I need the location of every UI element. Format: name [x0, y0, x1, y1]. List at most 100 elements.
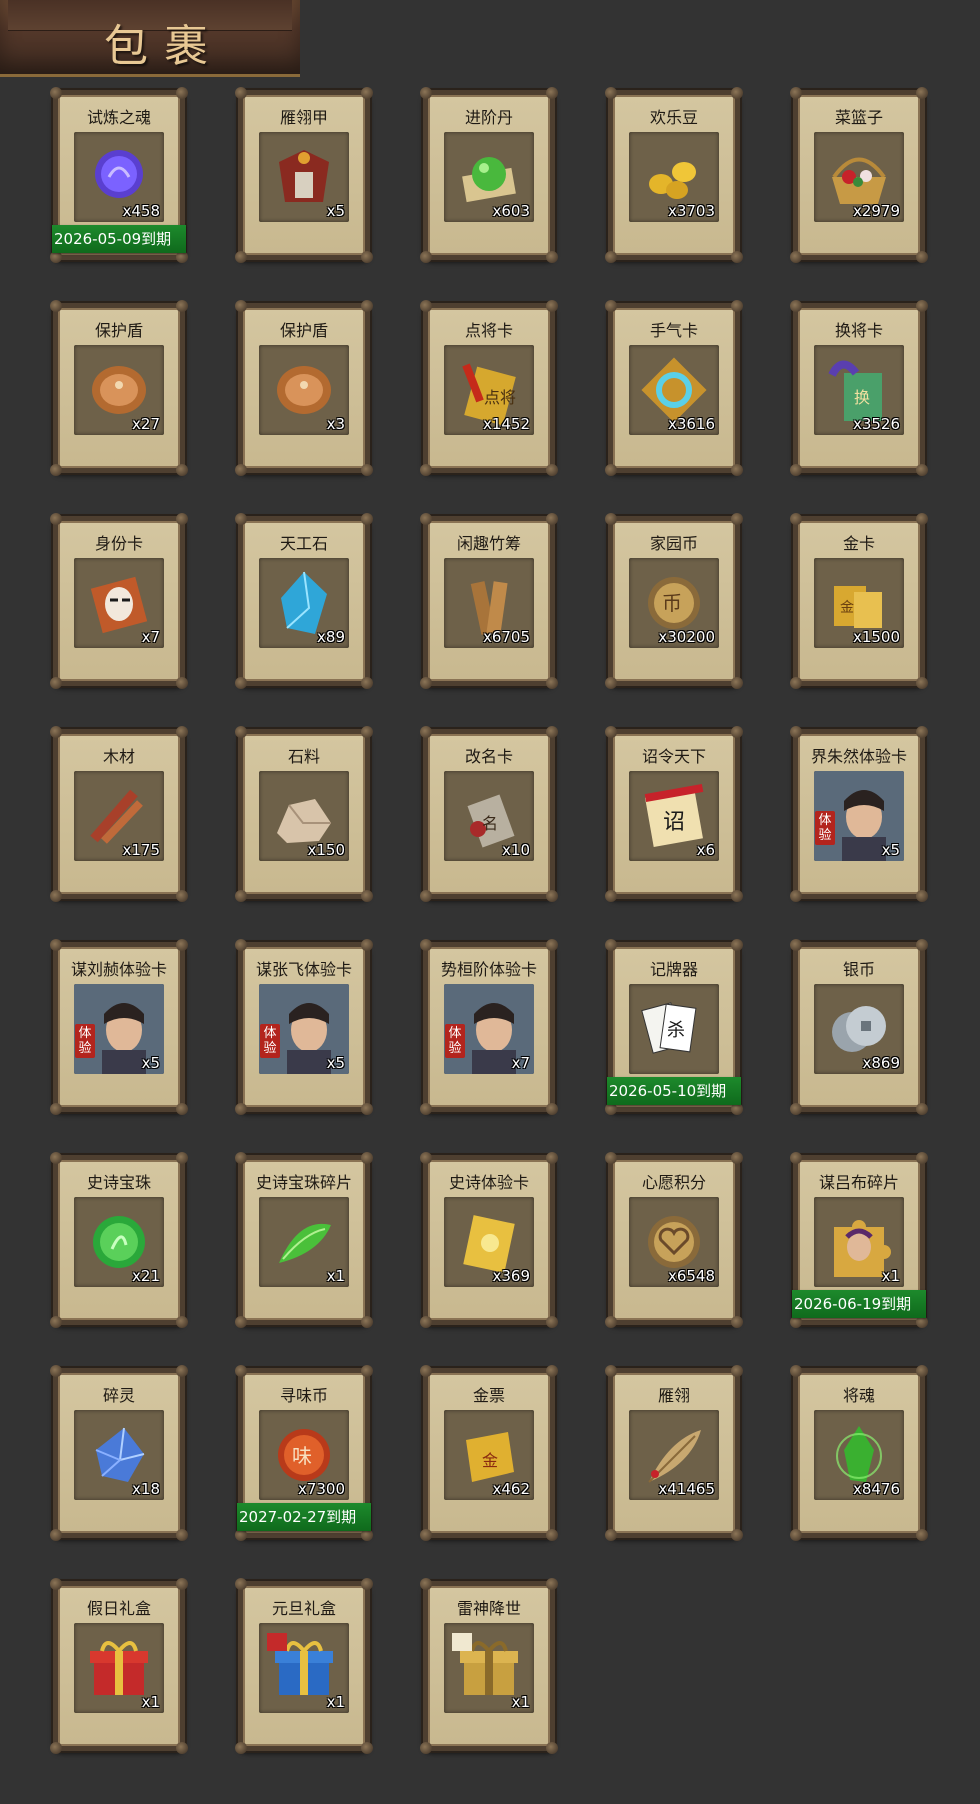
- card-corner-rivet: [176, 939, 188, 951]
- card-corner-rivet: [50, 1152, 62, 1164]
- card-corner-rivet: [361, 251, 373, 263]
- inventory-item-card[interactable]: 闲趣竹筹 x6705: [420, 513, 558, 689]
- card-corner-rivet: [790, 251, 802, 263]
- inventory-item-card[interactable]: 金票金 x462: [420, 1365, 558, 1541]
- item-count: x1: [326, 1693, 345, 1711]
- inventory-item-card[interactable]: 手气卡 x3616: [605, 300, 743, 476]
- card-corner-rivet: [361, 890, 373, 902]
- inventory-item-card[interactable]: 谋吕布碎片 x1 2026-06-19到期: [790, 1152, 928, 1328]
- expiry-date-banner: 2027-02-27到期: [237, 1503, 371, 1531]
- card-corner-rivet: [790, 300, 802, 312]
- item-count: x5: [881, 841, 900, 859]
- item-name: 欢乐豆: [649, 108, 698, 127]
- inventory-item-card[interactable]: 雁翎 x41465: [605, 1365, 743, 1541]
- card-corner-rivet: [546, 1103, 558, 1115]
- card-corner-rivet: [420, 939, 432, 951]
- inventory-item-card[interactable]: 雁翎甲 x5: [235, 87, 373, 263]
- item-name: 保护盾: [94, 321, 143, 340]
- inventory-item-card[interactable]: 菜篮子 x2979: [790, 87, 928, 263]
- inventory-item-card[interactable]: 改名卡名 x10: [420, 726, 558, 902]
- item-icon-frame: 点将 x1452: [444, 345, 534, 435]
- item-count: x27: [132, 415, 160, 433]
- item-icon-frame: x21: [74, 1197, 164, 1287]
- inventory-item-card[interactable]: 史诗宝珠 x21: [50, 1152, 188, 1328]
- inventory-item-card[interactable]: 欢乐豆 x3703: [605, 87, 743, 263]
- card-corner-rivet: [605, 1316, 617, 1328]
- inventory-item-card[interactable]: 雷神降世 x1: [420, 1578, 558, 1754]
- inventory-item-card[interactable]: 势桓阶体验卡 体验 x7: [420, 939, 558, 1115]
- item-count: x1: [511, 1693, 530, 1711]
- inventory-item-card[interactable]: 试炼之魂 x458 2026-05-09到期: [50, 87, 188, 263]
- inventory-item-card[interactable]: 元旦礼盒 x1: [235, 1578, 373, 1754]
- inventory-item-card[interactable]: 诏令天下诏 x6: [605, 726, 743, 902]
- inventory-item-card[interactable]: 天工石 x89: [235, 513, 373, 689]
- card-corner-rivet: [420, 1742, 432, 1754]
- card-corner-rivet: [361, 1316, 373, 1328]
- card-corner-rivet: [605, 251, 617, 263]
- expiry-date-banner: 2026-05-10到期: [607, 1077, 741, 1105]
- inventory-item-card[interactable]: 谋刘赪体验卡 体验 x5: [50, 939, 188, 1115]
- inventory-item-card[interactable]: 金卡金 x1500: [790, 513, 928, 689]
- inventory-item-card[interactable]: 身份卡 x7: [50, 513, 188, 689]
- card-corner-rivet: [235, 939, 247, 951]
- inventory-item-card[interactable]: 碎灵 x18: [50, 1365, 188, 1541]
- card-corner-rivet: [176, 300, 188, 312]
- inventory-item-card[interactable]: 石料 x150: [235, 726, 373, 902]
- card-corner-rivet: [916, 464, 928, 476]
- card-corner-rivet: [176, 726, 188, 738]
- inventory-item-card[interactable]: 寻味币味 x7300 2027-02-27到期: [235, 1365, 373, 1541]
- card-corner-rivet: [605, 513, 617, 525]
- item-icon-frame: x3616: [629, 345, 719, 435]
- inventory-item-card[interactable]: 银币 x869: [790, 939, 928, 1115]
- card-corner-rivet: [420, 251, 432, 263]
- inventory-item-card[interactable]: 心愿积分 x6548: [605, 1152, 743, 1328]
- card-corner-rivet: [916, 939, 928, 951]
- page-title: 包裹: [104, 21, 224, 72]
- trial-badge: 体验: [75, 1024, 95, 1058]
- inventory-item-card[interactable]: 史诗体验卡 x369: [420, 1152, 558, 1328]
- item-icon-frame: 金 x462: [444, 1410, 534, 1500]
- card-corner-rivet: [235, 464, 247, 476]
- inventory-item-card[interactable]: 家园币币 x30200: [605, 513, 743, 689]
- item-icon-frame: x1: [444, 1623, 534, 1713]
- inventory-item-card[interactable]: 点将卡 点将 x1452: [420, 300, 558, 476]
- item-count: x7: [511, 1054, 530, 1072]
- inventory-item-card[interactable]: 木材 x175: [50, 726, 188, 902]
- inventory-item-card[interactable]: 将魂 x8476: [790, 1365, 928, 1541]
- inventory-item-card[interactable]: 保护盾 x3: [235, 300, 373, 476]
- card-corner-rivet: [790, 464, 802, 476]
- inventory-item-card[interactable]: 保护盾 x27: [50, 300, 188, 476]
- card-corner-rivet: [916, 1529, 928, 1541]
- card-corner-rivet: [546, 251, 558, 263]
- item-name: 雁翎甲: [279, 108, 328, 127]
- card-corner-rivet: [420, 1103, 432, 1115]
- item-name: 换将卡: [834, 321, 883, 340]
- item-count: x3: [326, 415, 345, 433]
- card-corner-rivet: [790, 939, 802, 951]
- card-corner-rivet: [731, 726, 743, 738]
- item-name: 碎灵: [102, 1386, 135, 1405]
- trial-badge: 体验: [260, 1024, 280, 1058]
- svg-text:杀: 杀: [667, 1020, 685, 1041]
- item-icon-frame: 杀: [629, 984, 719, 1074]
- inventory-item-card[interactable]: 记牌器杀 2026-05-10到期: [605, 939, 743, 1115]
- inventory-item-card[interactable]: 谋张飞体验卡 体验 x5: [235, 939, 373, 1115]
- inventory-item-card[interactable]: 进阶丹 x603: [420, 87, 558, 263]
- inventory-item-card[interactable]: 假日礼盒 x1: [50, 1578, 188, 1754]
- card-corner-rivet: [420, 87, 432, 99]
- item-name: 诏令天下: [641, 747, 706, 766]
- item-icon-frame: x2979: [814, 132, 904, 222]
- card-corner-rivet: [235, 1103, 247, 1115]
- inventory-item-card[interactable]: 换将卡换 x3526: [790, 300, 928, 476]
- card-corner-rivet: [731, 1529, 743, 1541]
- card-corner-rivet: [731, 1152, 743, 1164]
- item-icon-frame: x6548: [629, 1197, 719, 1287]
- inventory-item-card[interactable]: 界朱然体验卡 体验 x5: [790, 726, 928, 902]
- item-icon-frame: x6705: [444, 558, 534, 648]
- card-corner-rivet: [176, 890, 188, 902]
- card-corner-rivet: [361, 300, 373, 312]
- item-count: x5: [326, 1054, 345, 1072]
- inventory-item-card[interactable]: 史诗宝珠碎片 x1: [235, 1152, 373, 1328]
- item-name: 谋吕布碎片: [818, 1173, 899, 1192]
- item-count: x603: [492, 202, 530, 220]
